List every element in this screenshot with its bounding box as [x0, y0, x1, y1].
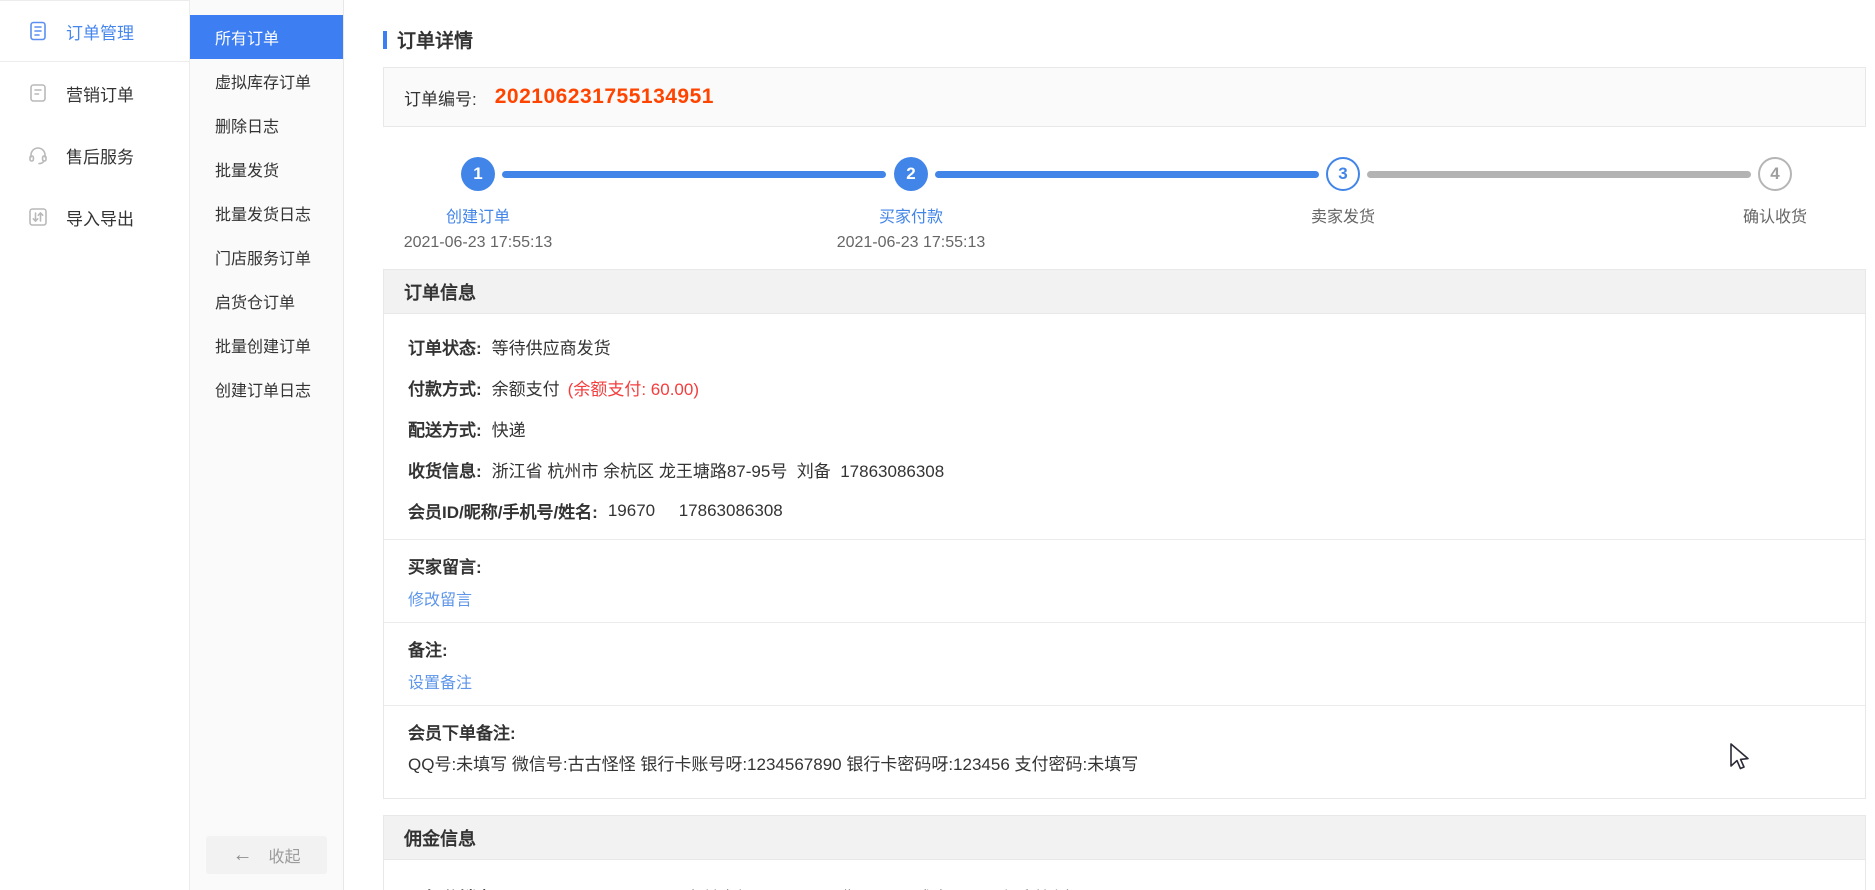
sidebar-item-label: 导入导出	[66, 205, 134, 230]
step-circle: 1	[461, 157, 495, 191]
submenu-item-batch-create-orders[interactable]: 批量创建订单	[190, 323, 343, 367]
page-title: 订单详情	[383, 26, 1866, 53]
divider	[384, 539, 1865, 540]
step-confirm-receipt: 4 确认收货	[1685, 157, 1865, 227]
commission-formula: (实付金额(60.00) - 运费(0.00) - 成本(30)) * 佣金比例…	[679, 884, 1114, 890]
sidebar-item-import-export[interactable]: 导入导出	[0, 186, 189, 248]
step-label: 买家付款	[821, 203, 1001, 227]
page-title-text: 订单详情	[397, 26, 473, 53]
submenu-item-label: 创建订单日志	[215, 377, 311, 401]
collapse-label: 收起	[268, 843, 300, 867]
field-label: 配送方式:	[408, 416, 482, 441]
submenu-item-virtual-stock-orders[interactable]: 虚拟库存订单	[190, 59, 343, 103]
order-number-box: 订单编号: 202106231755134951	[383, 67, 1866, 127]
commission-amount: ¥4.50	[629, 887, 672, 890]
distributor-label: 一级分销商:	[408, 884, 499, 890]
buyer-message-label: 买家留言:	[408, 548, 1841, 582]
app-window: 订单管理 营销订单 售后服务 导入导出	[0, 0, 1875, 890]
primary-sidebar: 订单管理 营销订单 售后服务 导入导出	[0, 0, 190, 890]
field-value: 浙江省 杭州市 余杭区 龙王塘路87-95号 刘备 17863086308	[492, 457, 945, 482]
submenu-item-label: 批量发货日志	[215, 201, 311, 225]
sidebar-item-label: 售后服务	[66, 143, 134, 168]
field-value: 等待供应商发货	[492, 334, 611, 359]
step-create-order: 1 创建订单 2021-06-23 17:55:13	[388, 157, 568, 252]
sidebar-item-label: 营销订单	[66, 81, 134, 106]
commission-header: 佣金信息	[384, 816, 1865, 860]
step-seller-ship: 3 卖家发货	[1253, 157, 1433, 227]
step-circle: 3	[1326, 157, 1360, 191]
submenu-item-label: 批量发货	[215, 157, 279, 181]
field-payment-method: 付款方式: 余额支付 (余额支付: 60.00)	[408, 367, 1841, 408]
step-circle: 2	[894, 157, 928, 191]
submenu-item-create-order-log[interactable]: 创建订单日志	[190, 367, 343, 411]
step-time: 2021-06-23 17:55:13	[388, 234, 568, 252]
member-note-label: 会员下单备注:	[408, 714, 1841, 748]
order-progress-steps: 1 创建订单 2021-06-23 17:55:13 2 买家付款 2021-0…	[383, 135, 1866, 253]
import-export-icon	[27, 206, 49, 228]
submenu-item-store-service-orders[interactable]: 门店服务订单	[190, 235, 343, 279]
step-label: 确认收货	[1685, 203, 1865, 227]
field-value: 19670 17863086308	[608, 501, 783, 521]
divider	[384, 622, 1865, 623]
headset-icon	[27, 144, 49, 166]
submenu-item-label: 所有订单	[215, 25, 279, 49]
sidebar-item-label: 订单管理	[66, 19, 134, 44]
title-accent-bar	[383, 31, 387, 49]
field-label: 会员ID/昵称/手机号/姓名:	[408, 498, 598, 523]
submenu-item-label: 门店服务订单	[215, 245, 311, 269]
order-number-value: 202106231755134951	[495, 85, 714, 109]
member-note-text: QQ号:未填写 微信号:古古怪怪 银行卡账号呀:1234567890 银行卡密码…	[408, 748, 1841, 788]
field-order-status: 订单状态: 等待供应商发货	[408, 326, 1841, 367]
field-label: 付款方式:	[408, 375, 482, 400]
step-label: 创建订单	[388, 203, 568, 227]
commission-row: 一级分销商: 17863086308 ¥4.50 (实付金额(60.00) - …	[408, 872, 1841, 890]
submenu-item-label: 删除日志	[215, 113, 279, 137]
distributor-account: 17863086308	[511, 887, 615, 890]
balance-paid-amount: (余额支付: 60.00)	[568, 375, 699, 400]
field-label: 订单状态:	[408, 334, 482, 359]
step-label: 卖家发货	[1253, 203, 1433, 227]
step-time: 2021-06-23 17:55:13	[821, 234, 1001, 252]
submenu-item-delete-log[interactable]: 删除日志	[190, 103, 343, 147]
marketing-doc-icon	[27, 82, 49, 104]
set-remark-link[interactable]: 设置备注	[408, 665, 472, 697]
submenu-item-batch-shipping-log[interactable]: 批量发货日志	[190, 191, 343, 235]
order-info-panel: 订单信息 订单状态: 等待供应商发货 付款方式: 余额支付 (余额支付: 60.…	[383, 269, 1866, 799]
order-list-icon	[27, 20, 49, 42]
field-value: 快递	[492, 416, 526, 441]
divider	[384, 705, 1865, 706]
collapse-sidebar-button[interactable]: ← 收起	[206, 836, 327, 874]
field-value: 余额支付	[492, 375, 560, 400]
submenu-item-label: 批量创建订单	[215, 333, 311, 357]
sidebar-item-marketing-orders[interactable]: 营销订单	[0, 62, 189, 124]
field-delivery-method: 配送方式: 快递	[408, 408, 1841, 449]
remark-label: 备注:	[408, 631, 1841, 665]
submenu-item-batch-shipping[interactable]: 批量发货	[190, 147, 343, 191]
submenu-item-label: 启货仓订单	[215, 289, 295, 313]
order-info-header: 订单信息	[384, 270, 1865, 314]
edit-message-link[interactable]: 修改留言	[408, 582, 472, 614]
submenu-item-all-orders[interactable]: 所有订单	[190, 15, 343, 59]
left-arrow-icon: ←	[232, 845, 252, 865]
order-submenu: 所有订单 虚拟库存订单 删除日志 批量发货 批量发货日志 门店服务订单 启货仓订…	[190, 0, 344, 890]
field-member-id: 会员ID/昵称/手机号/姓名: 19670 17863086308	[408, 490, 1841, 531]
step-buyer-paid: 2 买家付款 2021-06-23 17:55:13	[821, 157, 1001, 252]
main-content: 订单详情 订单编号: 202106231755134951 1 创建订单 202…	[344, 0, 1875, 890]
sidebar-item-order-management[interactable]: 订单管理	[0, 0, 189, 62]
submenu-item-label: 虚拟库存订单	[215, 69, 311, 93]
step-circle: 4	[1758, 157, 1792, 191]
field-shipping-info: 收货信息: 浙江省 杭州市 余杭区 龙王塘路87-95号 刘备 17863086…	[408, 449, 1841, 490]
order-number-label: 订单编号:	[404, 85, 477, 110]
submenu-item-warehouse-orders[interactable]: 启货仓订单	[190, 279, 343, 323]
field-label: 收货信息:	[408, 457, 482, 482]
commission-panel: 佣金信息 一级分销商: 17863086308 ¥4.50 (实付金额(60.0…	[383, 815, 1866, 890]
sidebar-item-after-sales[interactable]: 售后服务	[0, 124, 189, 186]
